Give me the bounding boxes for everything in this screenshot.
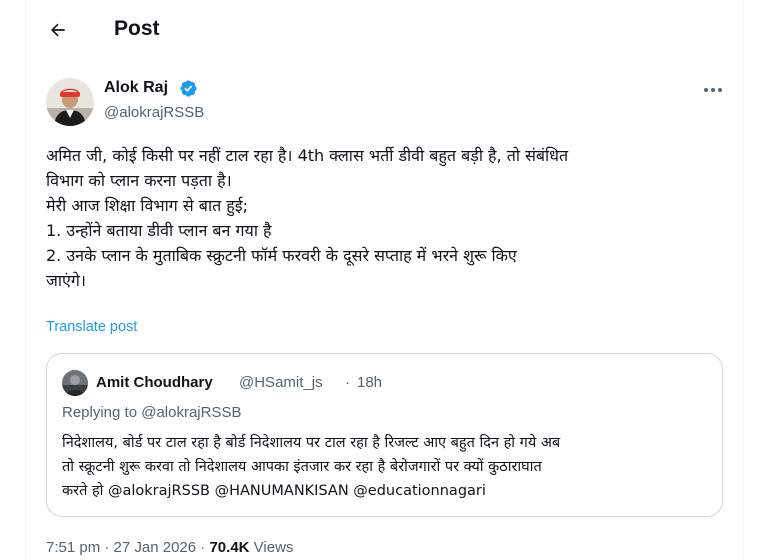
post-text-line: जाएंगे। xyxy=(46,271,86,290)
replying-to: Replying to @alokrajRSSB xyxy=(62,404,241,421)
more-horizontal-icon xyxy=(704,88,722,92)
more-options-button[interactable] xyxy=(701,80,725,100)
quoted-timestamp[interactable]: 18h xyxy=(357,374,382,391)
quoted-text-line: तो स्क्रूटनी शुरू करवा तो निदेशालय आपका … xyxy=(62,459,542,475)
post-text-line: विभाग को प्लान करना पड़ता है। xyxy=(46,171,232,190)
back-button[interactable] xyxy=(42,16,74,44)
post-meta: 7:51 pm · 27 Jan 2026 · 70.4K Views xyxy=(46,539,293,556)
post-time[interactable]: 7:51 pm xyxy=(46,539,100,556)
quoted-separator: · xyxy=(345,374,350,391)
translate-post-link[interactable]: Translate post xyxy=(46,319,137,335)
replying-to-handle[interactable]: @alokrajRSSB xyxy=(141,404,241,421)
quoted-text-line: करते हो @alokrajRSSB @HANUMANKISAN @educ… xyxy=(62,483,486,499)
post-text-line: 2. उनके प्लान के मुताबिक स्क्रुटनी फॉर्म… xyxy=(46,246,517,265)
quoted-post-text: निदेशालय, बोर्ड पर टाल रहा है बोर्ड निदे… xyxy=(62,431,712,503)
quoted-author-avatar[interactable] xyxy=(62,370,88,396)
views-count: 70.4K xyxy=(209,539,250,556)
author-handle[interactable]: @alokrajRSSB xyxy=(104,104,204,121)
author-name[interactable]: Alok Raj xyxy=(104,79,168,97)
meta-separator: · xyxy=(200,539,206,556)
post-text: अमित जी, कोई किसी पर नहीं टाल रहा है। 4t… xyxy=(46,143,726,293)
replying-to-label: Replying to xyxy=(62,404,138,421)
verified-badge-icon xyxy=(180,80,197,97)
meta-separator: · xyxy=(104,539,110,556)
post-text-line: मेरी आज शिक्षा विभाग से बात हुई; xyxy=(46,196,249,215)
views-label: Views xyxy=(253,539,294,556)
quoted-author-handle[interactable]: @HSamit_js xyxy=(239,374,323,391)
post-text-line: अमित जी, कोई किसी पर नहीं टाल रहा है। 4t… xyxy=(46,146,569,165)
post-text-line: 1. उन्होंने बताया डीवी प्लान बन गया है xyxy=(46,221,272,240)
quoted-text-line: निदेशालय, बोर्ड पर टाल रहा है बोर्ड निदे… xyxy=(62,435,561,451)
page-title: Post xyxy=(114,17,160,40)
quoted-post[interactable]: Amit Choudhary @HSamit_js · 18h Replying… xyxy=(46,353,723,517)
page-header: Post xyxy=(26,0,743,60)
arrow-left-icon xyxy=(51,23,65,37)
quoted-author-name[interactable]: Amit Choudhary xyxy=(96,374,213,391)
author-avatar[interactable] xyxy=(46,78,94,126)
post-date[interactable]: 27 Jan 2026 xyxy=(114,539,197,556)
post-column: Post Alok Raj @alokrajRSSB अमित जी, कोई … xyxy=(25,0,744,560)
